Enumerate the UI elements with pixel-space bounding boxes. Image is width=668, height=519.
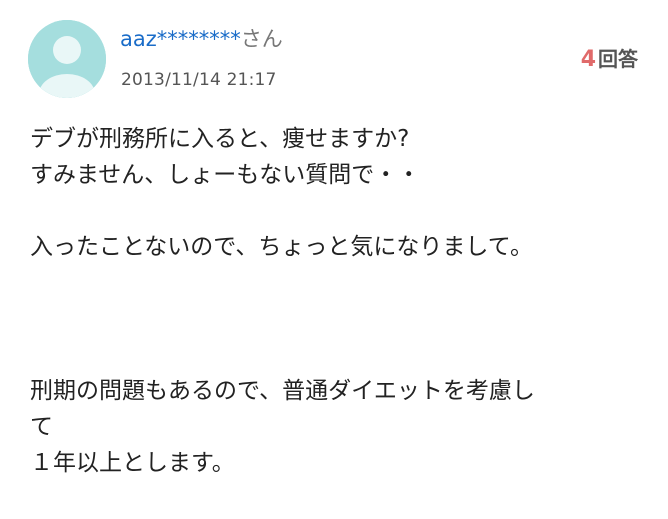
question-line <box>30 265 640 301</box>
question-line: て <box>30 414 53 440</box>
question-line: デブが刑務所に入ると、痩せますか? <box>30 126 410 152</box>
post-timestamp: 2013/11/14 21:17 <box>121 70 277 90</box>
username-link[interactable]: aaz******** <box>120 27 241 51</box>
default-user-avatar-icon <box>28 20 106 98</box>
question-line: すみません、しょーもない質問で・・ <box>30 162 421 188</box>
question-line: 刑期の問題もあるので、普通ダイエットを考慮し <box>30 378 535 404</box>
question-line <box>30 337 640 373</box>
user-avatar-icon[interactable] <box>28 20 106 98</box>
username-honorific: さん <box>240 27 283 51</box>
answer-count-link[interactable]: 4 回答 <box>581 43 638 76</box>
question-line: １年以上とします。 <box>30 450 235 476</box>
username-row: aaz********さん <box>120 23 283 55</box>
answer-count-number: 4 <box>580 47 596 72</box>
question-line <box>30 193 640 229</box>
question-body: デブが刑務所に入ると、痩せますか? すみません、しょーもない質問で・・ 入ったこ… <box>30 121 640 481</box>
question-line: 入ったことないので、ちょっと気になりまして。 <box>30 234 534 260</box>
question-line <box>30 301 640 337</box>
answer-count-label: 回答 <box>598 47 638 71</box>
